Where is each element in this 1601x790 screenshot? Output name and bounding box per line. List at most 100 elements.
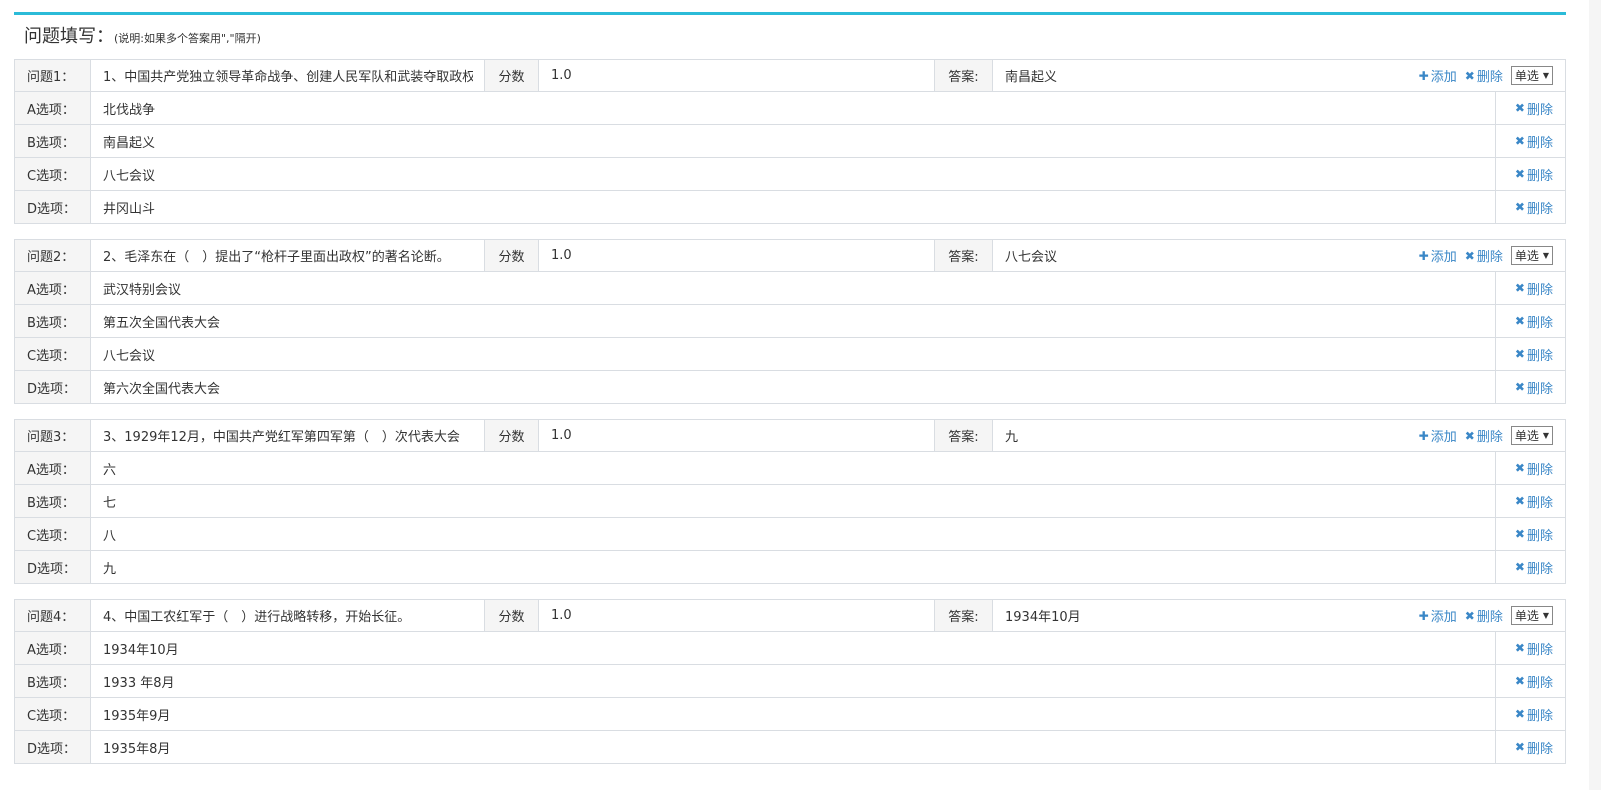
question-type-value: 单选 <box>1514 609 1539 623</box>
option-input[interactable]: 南昌起义 <box>91 125 1495 157</box>
question-type-select[interactable]: 单选 ▼ <box>1510 426 1553 445</box>
close-icon: ✖ <box>1514 380 1525 394</box>
option-input[interactable]: 第五次全国代表大会 <box>91 305 1495 337</box>
close-icon: ✖ <box>1514 527 1525 541</box>
delete-option-button[interactable]: ✖ 删除 <box>1515 378 1553 397</box>
question-text-input[interactable]: 4、中国工农红军于（ ）进行战略转移，开始长征。 <box>91 600 485 631</box>
delete-option-button[interactable]: ✖ 删除 <box>1515 492 1553 511</box>
option-delete-cell: ✖ 删除 <box>1495 158 1565 190</box>
answer-input[interactable]: 八七会议 <box>993 240 1385 271</box>
option-input[interactable]: 1935年8月 <box>91 731 1495 763</box>
delete-option-button[interactable]: ✖ 删除 <box>1515 705 1553 724</box>
delete-label: 删除 <box>1526 201 1553 217</box>
page-scrollbar[interactable] <box>1589 0 1601 790</box>
question-text-input[interactable]: 2、毛泽东在（ ）提出了“枪杆子里面出政权”的著名论断。 <box>91 240 485 271</box>
option-input[interactable]: 第六次全国代表大会 <box>91 371 1495 403</box>
delete-option-button[interactable]: ✖ 删除 <box>1515 279 1553 298</box>
delete-option-button[interactable]: ✖ 删除 <box>1515 558 1553 577</box>
answer-label: 答案: <box>935 240 993 271</box>
score-input[interactable]: 1.0 <box>539 420 935 451</box>
option-delete-cell: ✖ 删除 <box>1495 485 1565 517</box>
delete-option-button[interactable]: ✖ 删除 <box>1515 165 1553 184</box>
chevron-down-icon: ▼ <box>1542 611 1549 620</box>
add-option-button[interactable]: ✚ 添加 <box>1418 246 1457 266</box>
add-option-button[interactable]: ✚ 添加 <box>1419 66 1457 86</box>
score-input[interactable]: 1.0 <box>539 60 935 91</box>
close-icon: ✖ <box>1514 281 1525 295</box>
chevron-down-icon: ▼ <box>1542 251 1549 260</box>
option-input[interactable]: 1935年9月 <box>91 698 1495 730</box>
option-delete-cell: ✖ 删除 <box>1495 92 1565 124</box>
delete-option-button[interactable]: ✖ 删除 <box>1515 312 1553 331</box>
delete-option-button[interactable]: ✖ 删除 <box>1515 345 1553 364</box>
option-label: D选项： <box>15 551 91 583</box>
delete-option-button[interactable]: ✖ 删除 <box>1515 639 1553 658</box>
delete-question-button[interactable]: ✖ 删除 <box>1465 66 1503 86</box>
close-icon: ✖ <box>1514 167 1525 181</box>
delete-option-button[interactable]: ✖ 删除 <box>1515 525 1553 544</box>
plus-icon: ✚ <box>1418 248 1429 263</box>
question-row: 问题3： 3、1929年12月，中国共产党红军第四军第（ ）次代表大会 分数 1.0 答… <box>14 419 1566 452</box>
answer-input[interactable]: 1934年10月 <box>993 600 1385 631</box>
option-input[interactable]: 1933 年8月 <box>91 665 1495 697</box>
delete-option-button[interactable]: ✖ 删除 <box>1515 198 1553 217</box>
question-type-select[interactable]: 单选 ▼ <box>1510 606 1553 625</box>
add-option-button[interactable]: ✚ 添加 <box>1419 606 1457 626</box>
close-icon: ✖ <box>1464 428 1475 443</box>
add-option-button[interactable]: ✚ 添加 <box>1419 426 1457 446</box>
chevron-down-icon: ▼ <box>1542 431 1549 440</box>
option-row: D选项： 第六次全国代表大会 ✖ 删除 <box>14 371 1566 404</box>
option-input[interactable]: 七 <box>91 485 1495 517</box>
option-label: A选项： <box>15 272 91 304</box>
score-input[interactable]: 1.0 <box>539 240 935 271</box>
page-title: 问题填写： <box>24 26 114 47</box>
option-input[interactable]: 井冈山斗 <box>91 191 1495 223</box>
question-text-input[interactable]: 1、中国共产党独立领导革命战争、创建人民军队和武装夺取政权 <box>91 60 485 91</box>
delete-label: 删除 <box>1476 70 1503 85</box>
option-input[interactable]: 北伐战争 <box>91 92 1495 124</box>
delete-question-button[interactable]: ✖ 删除 <box>1464 426 1503 446</box>
option-input[interactable]: 武汉特别会议 <box>91 272 1495 304</box>
delete-question-button[interactable]: ✖ 删除 <box>1465 606 1503 626</box>
delete-option-button[interactable]: ✖ 删除 <box>1515 459 1553 478</box>
delete-option-button[interactable]: ✖ 删除 <box>1515 99 1553 118</box>
delete-option-button[interactable]: ✖ 删除 <box>1515 132 1553 151</box>
question-text: 2、毛泽东在（ ）提出了“枪杆子里面出政权”的著名论断。 <box>103 250 450 265</box>
option-row: B选项： 南昌起义 ✖ 删除 <box>14 125 1566 158</box>
chevron-down-icon: ▼ <box>1542 71 1549 80</box>
delete-label: 删除 <box>1526 642 1553 658</box>
score-input[interactable]: 1.0 <box>539 600 935 631</box>
delete-label: 删除 <box>1526 561 1553 577</box>
delete-label: 删除 <box>1526 495 1553 511</box>
option-input[interactable]: 八 <box>91 518 1495 550</box>
answer-input[interactable]: 九 <box>993 420 1385 451</box>
delete-label: 删除 <box>1526 381 1553 397</box>
option-input[interactable]: 八七会议 <box>91 338 1495 370</box>
answer-input[interactable]: 南昌起义 <box>993 60 1385 91</box>
option-input[interactable]: 1934年10月 <box>91 632 1495 664</box>
questions-list: 问题1： 1、中国共产党独立领导革命战争、创建人民军队和武装夺取政权 分数 1.0 答案… <box>14 59 1566 764</box>
option-delete-cell: ✖ 删除 <box>1495 665 1565 697</box>
question-text-input[interactable]: 3、1929年12月，中国共产党红军第四军第（ ）次代表大会 <box>91 420 485 451</box>
question-text: 4、中国工农红军于（ ）进行战略转移，开始长征。 <box>103 610 411 625</box>
close-icon: ✖ <box>1514 314 1525 328</box>
delete-option-button[interactable]: ✖ 删除 <box>1515 672 1553 691</box>
option-input[interactable]: 九 <box>91 551 1495 583</box>
delete-label: 删除 <box>1526 462 1553 478</box>
option-label: A选项： <box>15 632 91 664</box>
question-type-select[interactable]: 单选 ▼ <box>1510 66 1553 85</box>
option-label: D选项： <box>15 371 91 403</box>
question-actions: ✚ 添加 ✖ 删除 单选 ▼ <box>1385 600 1565 631</box>
close-icon: ✖ <box>1514 200 1525 214</box>
delete-label: 删除 <box>1526 348 1553 364</box>
delete-question-button[interactable]: ✖ 删除 <box>1465 246 1503 266</box>
option-input[interactable]: 八七会议 <box>91 158 1495 190</box>
option-delete-cell: ✖ 删除 <box>1495 191 1565 223</box>
question-type-select[interactable]: 单选 ▼ <box>1510 246 1553 265</box>
option-input[interactable]: 六 <box>91 452 1495 484</box>
close-icon: ✖ <box>1514 101 1525 115</box>
delete-option-button[interactable]: ✖ 删除 <box>1515 738 1553 757</box>
delete-label: 删除 <box>1526 741 1553 757</box>
option-row: B选项：七 ✖ 删除 <box>14 485 1566 518</box>
score-label: 分数 <box>485 420 539 451</box>
